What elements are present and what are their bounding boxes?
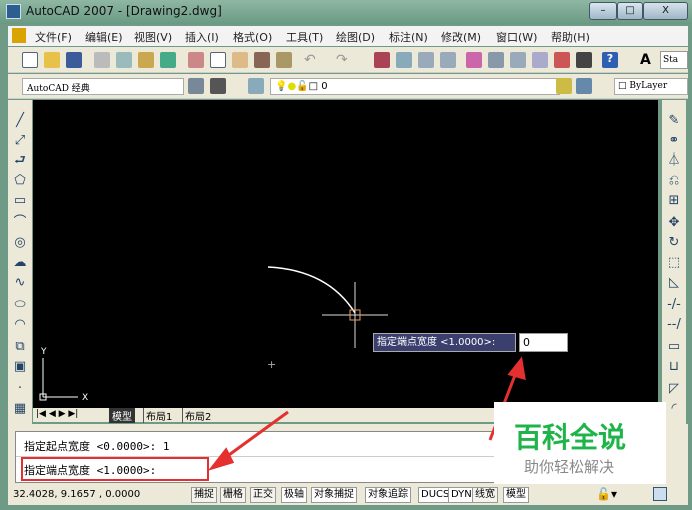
arrow-to-command bbox=[221, 410, 289, 462]
watermark-subtitle: 助你轻松解决 bbox=[524, 458, 615, 476]
arrow-head-input bbox=[507, 356, 526, 381]
watermark-title: 百科全说 bbox=[514, 421, 627, 454]
watermark: 百科全说 助你轻松解决 bbox=[494, 402, 666, 484]
arrow-head-command bbox=[207, 447, 235, 471]
